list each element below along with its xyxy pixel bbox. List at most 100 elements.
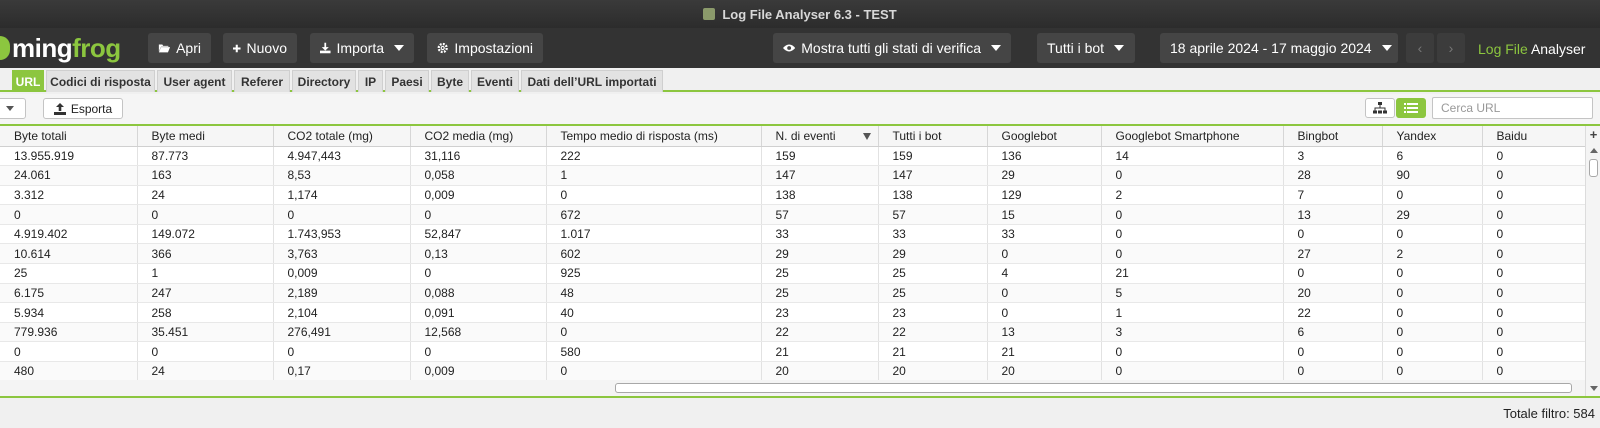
date-range-picker[interactable]: 18 aprile 2024 - 17 maggio 2024	[1160, 33, 1398, 63]
chevron-down-icon	[6, 106, 14, 111]
table-row[interactable]: 24.061 163 8,53 0,058 1 147 147 29 0 28 90 0	[0, 165, 1586, 186]
table-cell: 138	[761, 185, 879, 206]
scroll-down-icon[interactable]	[1590, 386, 1598, 391]
horizontal-scroll-thumb[interactable]	[615, 383, 1572, 393]
table-cell: 0	[1482, 204, 1586, 225]
table-cell: 21	[1101, 263, 1284, 284]
table-cell: 29	[761, 243, 879, 265]
table-cell: 0	[1482, 185, 1586, 206]
column-header[interactable]: CO2 totale (mg)	[273, 126, 411, 147]
table-cell: 0,088	[410, 283, 547, 304]
table-row[interactable]: 3.312 24 1,174 0,009 0 138 138 129 2 7 0 0	[0, 185, 1586, 206]
tab-ip[interactable]: IP	[358, 70, 383, 92]
tab-countries[interactable]: Paesi	[385, 70, 429, 92]
table-row[interactable]: 6.175 247 2,189 0,088 48 25 25 0 5 20 0 0	[0, 283, 1586, 304]
table-cell: 6	[1382, 146, 1483, 167]
table-cell: 0	[1382, 283, 1483, 304]
tab-user-agent[interactable]: User agent	[157, 70, 232, 92]
table-cell: 258	[137, 302, 274, 323]
list-view-button[interactable]	[1396, 98, 1426, 118]
table-cell: 0	[1482, 283, 1586, 304]
export-button[interactable]: Esporta	[43, 98, 123, 119]
table-cell: 33	[878, 224, 988, 245]
table-row[interactable]: 0 0 0 0 672 57 57 15 0 13 29 0	[0, 204, 1586, 225]
table-cell: 0	[1101, 224, 1284, 245]
table-cell: 0	[1283, 341, 1383, 363]
add-column-icon[interactable]: +	[1588, 128, 1599, 142]
column-header[interactable]: Byte medi	[137, 126, 274, 147]
table-cell: 147	[761, 165, 879, 186]
table-cell: 222	[546, 146, 762, 167]
tab-url[interactable]: URL	[12, 70, 44, 92]
table-row[interactable]: 480 24 0,17 0,009 0 20 20 20 0 0 0 0	[0, 361, 1586, 382]
tree-view-button[interactable]	[1365, 98, 1395, 118]
bot-filter-dropdown[interactable]: Tutti i bot	[1037, 33, 1135, 63]
settings-button[interactable]: Impostazioni	[427, 33, 543, 63]
table-cell: 22	[1283, 302, 1383, 323]
vertical-scroll-thumb[interactable]	[1589, 159, 1598, 177]
tab-events[interactable]: Eventi	[471, 70, 519, 92]
table-cell: 1	[546, 165, 762, 186]
scroll-up-icon[interactable]	[1590, 148, 1598, 153]
table-cell: 580	[546, 341, 762, 363]
chevron-left-icon: ‹	[1417, 40, 1423, 56]
table-row[interactable]: 0 0 0 0 580 21 21 21 0 0 0 0	[0, 341, 1586, 363]
table-cell: 15	[987, 204, 1102, 225]
table-cell: 0	[1101, 165, 1284, 186]
tab-directory[interactable]: Directory	[292, 70, 356, 92]
plus-icon	[233, 44, 241, 52]
table-cell: 163	[137, 165, 274, 186]
column-header[interactable]: Googlebot Smartphone	[1101, 126, 1284, 147]
table-cell: 2,189	[273, 283, 411, 304]
previous-period-button[interactable]: ‹	[1406, 33, 1434, 63]
table-row[interactable]: 779.936 35.451 276,491 12,568 0 22 22 13 3 6 0 0	[0, 322, 1586, 343]
column-header[interactable]: Tempo medio di risposta (ms)	[546, 126, 762, 147]
table-cell: 138	[878, 185, 988, 206]
tab-response-codes[interactable]: Codici di risposta	[46, 70, 155, 92]
search-url-input[interactable]	[1432, 97, 1593, 119]
tab-bytes[interactable]: Byte	[431, 70, 469, 92]
table-cell: 29	[987, 165, 1102, 186]
verification-status-dropdown[interactable]: Mostra tutti gli stati di verifica	[773, 33, 1011, 63]
table-cell: 20	[1283, 283, 1383, 304]
table-cell: 24.061	[0, 165, 138, 186]
column-header[interactable]: Googlebot	[987, 126, 1102, 147]
table-cell: 366	[137, 243, 274, 265]
table-cell: 6	[1283, 322, 1383, 343]
new-button[interactable]: Nuovo	[223, 33, 297, 63]
horizontal-scrollbar[interactable]	[0, 380, 1585, 396]
table-cell: 22	[878, 322, 988, 343]
table-cell: 20	[878, 361, 988, 382]
table-cell: 3	[1101, 322, 1284, 343]
vertical-scrollbar[interactable]: +	[1585, 126, 1600, 396]
column-header[interactable]: Yandex	[1382, 126, 1483, 147]
table-cell: 22	[761, 322, 879, 343]
column-header[interactable]: Byte totali	[0, 126, 138, 147]
tab-imported-url-data[interactable]: Dati dell’URL importati	[521, 70, 663, 92]
filter-dropdown[interactable]	[0, 98, 26, 119]
table-row[interactable]: 5.934 258 2,104 0,091 40 23 23 0 1 22 0 0	[0, 302, 1586, 323]
column-header-sorted[interactable]: N. di eventi	[761, 126, 879, 147]
column-header[interactable]: CO2 media (mg)	[410, 126, 547, 147]
column-header[interactable]: Tutti i bot	[878, 126, 988, 147]
product-brand: Log File Analyser	[1478, 41, 1586, 57]
column-header[interactable]: Bingbot	[1283, 126, 1383, 147]
tab-referer[interactable]: Referer	[234, 70, 290, 92]
upload-icon	[53, 102, 66, 115]
table-cell: 2	[1382, 243, 1483, 265]
table-cell: 33	[987, 224, 1102, 245]
table-row[interactable]: 25 1 0,009 0 925 25 25 4 21 0 0 0	[0, 263, 1586, 284]
next-period-button[interactable]: ›	[1437, 33, 1465, 63]
table-cell: 0	[0, 204, 138, 225]
table-cell: 0	[1382, 322, 1483, 343]
table-row[interactable]: 13.955.919 87.773 4.947,443 31,116 222 159 159…	[0, 146, 1586, 167]
open-button[interactable]: Apri	[148, 33, 211, 63]
table-cell: 0	[1482, 146, 1586, 167]
table-cell: 147	[878, 165, 988, 186]
table-row[interactable]: 10.614 366 3,763 0,13 602 29 29 0 0 27 2 0	[0, 243, 1586, 265]
table-cell: 6.175	[0, 283, 138, 304]
column-header[interactable]: Baidu	[1482, 126, 1586, 147]
import-button[interactable]: Importa	[310, 33, 414, 63]
table-row[interactable]: 4.919.402 149.072 1.743,953 52,847 1.017 33 33…	[0, 224, 1586, 245]
list-icon	[1404, 103, 1418, 113]
